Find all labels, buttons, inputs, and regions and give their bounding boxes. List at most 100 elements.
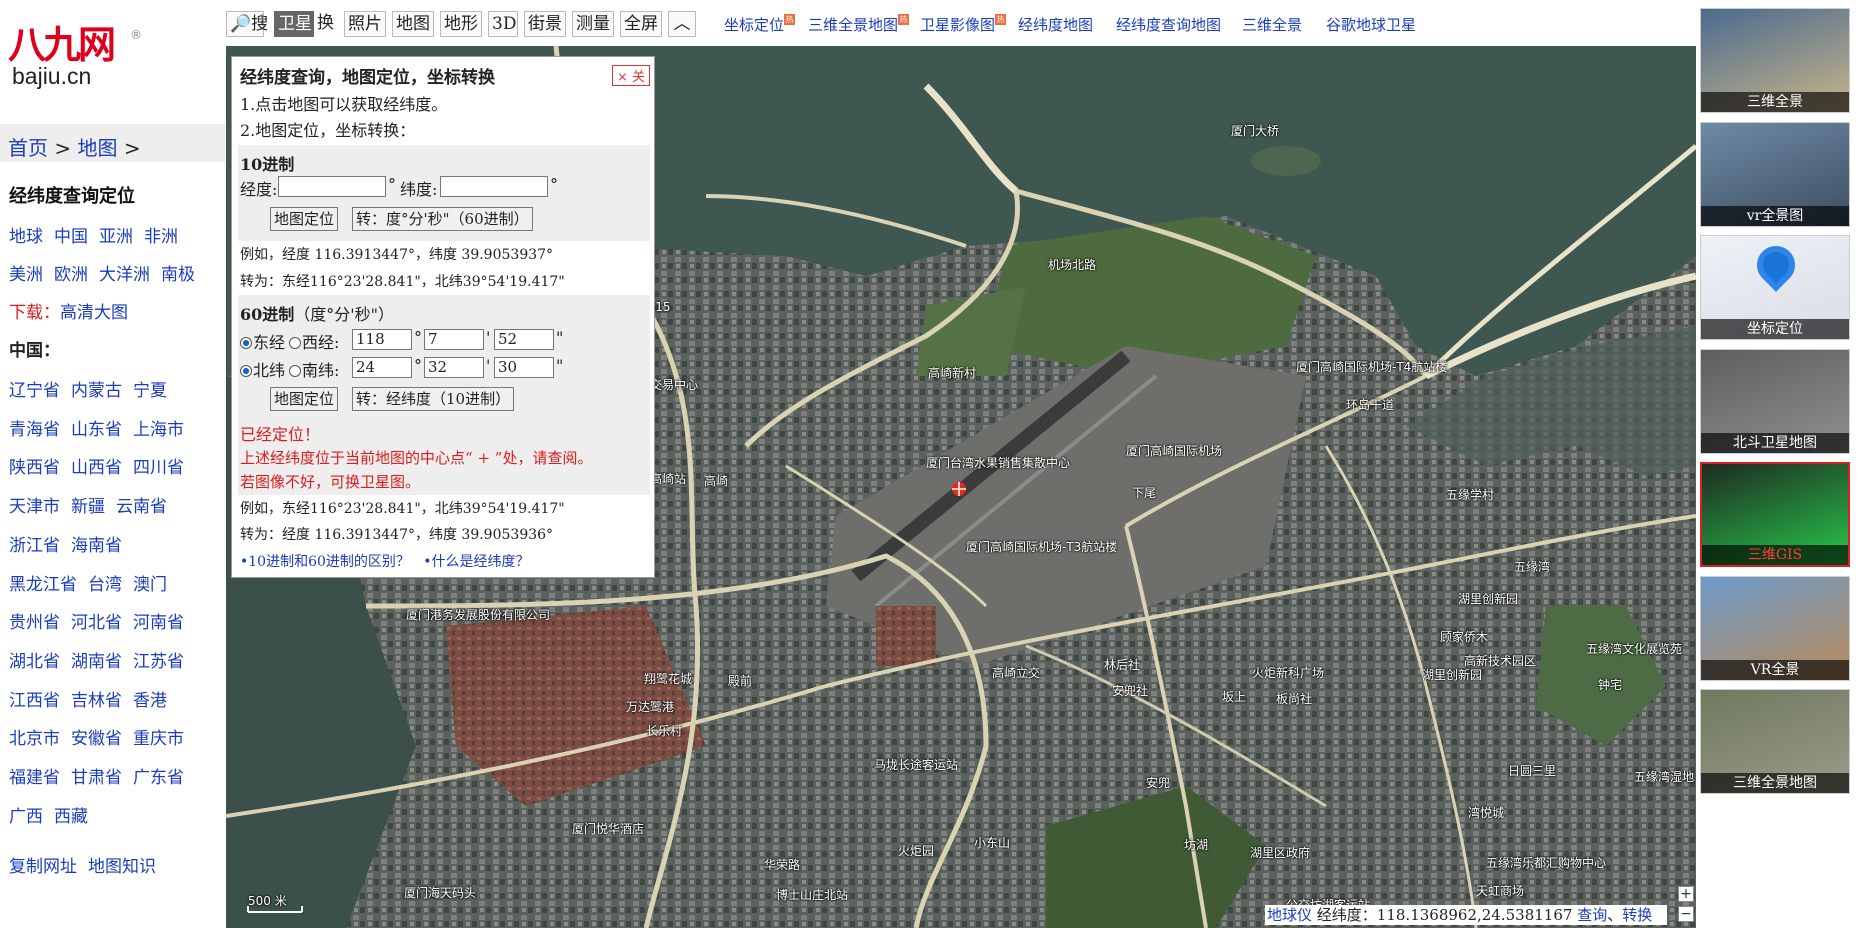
zoom-out-button[interactable]: − [1678,906,1694,922]
province-link[interactable]: 内蒙古 [71,381,122,401]
province-link[interactable]: 河北省 [71,613,122,633]
top-link[interactable]: 经纬度查询地图 [1116,14,1221,35]
province-link[interactable]: 上海市 [133,420,184,440]
switch-button[interactable]: 换 [314,11,336,37]
top-link[interactable]: 坐标定位热 [724,14,796,35]
south-radio[interactable] [289,365,302,377]
province-link[interactable]: 西藏 [54,807,88,827]
decimal-longitude-input[interactable] [278,176,386,197]
decimal-vs-dms-link[interactable]: •10进制和60进制的区别？ [240,554,410,570]
top-link[interactable]: 三维全景 [1242,14,1302,35]
lng-minute-input[interactable]: 7 [424,329,484,350]
province-link[interactable]: 湖北省 [9,652,60,672]
thumb-link[interactable]: VR全景 [1700,575,1850,681]
province-link[interactable]: 吉林省 [71,691,122,711]
province-link[interactable]: 青海省 [9,420,60,440]
lat-degree-input[interactable]: 24 [352,357,412,378]
province-link[interactable]: 甘肃省 [71,768,122,788]
map-label: 五缘湾文化展览苑 [1586,642,1683,656]
province-link[interactable]: 山东省 [71,420,122,440]
satellite-button[interactable]: 卫星 [274,11,314,37]
east-radio[interactable] [240,337,252,349]
to-decimal-button[interactable]: 转：经纬度（10进制） [352,387,515,411]
thumb-link[interactable]: 三维全景地图 [1700,689,1850,794]
region-link[interactable]: 大洋洲 [99,265,150,285]
top-link[interactable]: 三维全景地图热 [808,14,910,35]
map-label: 湖里创新园 [1458,592,1519,606]
province-link[interactable]: 山西省 [71,458,122,478]
province-link[interactable]: 四川省 [133,458,184,478]
copy-url-link[interactable]: 复制网址 [9,857,77,877]
top-link[interactable]: 卫星影像图热 [920,14,1007,35]
lat-minute-input[interactable]: 32 [424,357,484,378]
thumb-link[interactable]: 坐标定位 [1700,235,1850,340]
province-link[interactable]: 广西 [9,807,43,827]
decimal-latitude-input[interactable] [440,176,548,197]
3d-button[interactable]: 3D [488,11,518,37]
thumb-caption: vr全景图 [1701,205,1849,226]
region-link[interactable]: 地球 [9,227,43,247]
province-link[interactable]: 江苏省 [133,652,184,672]
fullscreen-button[interactable]: 全屏 [620,11,662,37]
west-radio[interactable] [289,337,302,349]
thumb-link[interactable]: vr全景图 [1700,121,1850,227]
breadcrumb-map[interactable]: 地图 [77,136,117,160]
globe-link[interactable]: 地球仪 [1267,906,1312,924]
map-button[interactable]: 地图 [392,11,434,37]
province-link[interactable]: 台湾 [88,575,122,595]
north-radio[interactable] [240,365,252,377]
province-link[interactable]: 重庆市 [133,729,184,749]
top-link[interactable]: 经纬度地图 [1018,14,1093,35]
region-link[interactable]: 欧洲 [54,265,88,285]
panel-close-button[interactable]: × 关 [611,65,650,86]
province-link[interactable]: 辽宁省 [9,381,60,401]
province-link[interactable]: 云南省 [116,497,167,517]
region-link[interactable]: 非洲 [144,227,178,247]
lng-degree-input[interactable]: 118 [352,329,412,350]
province-link[interactable]: 湖南省 [71,652,122,672]
province-link[interactable]: 江西省 [9,691,60,711]
province-link[interactable]: 天津市 [9,497,60,517]
province-link[interactable]: 澳门 [133,575,167,595]
region-link[interactable]: 南极 [161,265,195,285]
query-link[interactable]: 查询 [1577,906,1607,924]
dms-locate-button[interactable]: 地图定位 [270,387,339,411]
site-logo[interactable]: 八九网 bajiu.cn ® [8,26,148,96]
province-link[interactable]: 贵州省 [9,613,60,633]
photo-button[interactable]: 照片 [344,11,386,37]
province-link[interactable]: 海南省 [71,536,122,556]
top-link[interactable]: 谷歌地球卫星 [1326,14,1416,35]
province-link[interactable]: 河南省 [133,613,184,633]
download-hd-link[interactable]: 高清大图 [60,303,128,323]
province-link[interactable]: 宁夏 [133,381,167,401]
collapse-button[interactable]: ︿ [668,11,696,37]
terrain-button[interactable]: 地形 [440,11,482,37]
breadcrumb-home[interactable]: 首页 [8,136,48,160]
province-link[interactable]: 浙江省 [9,536,60,556]
to-dms-button[interactable]: 转：度°分'秒"（60进制） [352,207,533,231]
province-link[interactable]: 新疆 [71,497,105,517]
province-link[interactable]: 香港 [133,691,167,711]
thumb-link[interactable]: 北斗卫星地图 [1700,348,1850,454]
street-view-button[interactable]: 街景 [524,11,566,37]
region-link[interactable]: 亚洲 [99,227,133,247]
measure-button[interactable]: 测量 [572,11,614,37]
region-link[interactable]: 美洲 [9,265,43,285]
thumb-link[interactable]: 三维GIS [1700,462,1850,567]
lng-second-input[interactable]: 52 [494,329,554,350]
convert-link[interactable]: 转换 [1622,906,1652,924]
zoom-in-button[interactable]: + [1678,886,1694,902]
thumb-link[interactable]: 三维全景 [1700,8,1850,113]
province-link[interactable]: 陕西省 [9,458,60,478]
region-link[interactable]: 中国 [54,227,88,247]
what-is-latlng-link[interactable]: •什么是经纬度？ [423,554,529,570]
province-link[interactable]: 广东省 [133,768,184,788]
decimal-locate-button[interactable]: 地图定位 [270,207,339,231]
map-knowledge-link[interactable]: 地图知识 [88,857,156,877]
search-button[interactable]: 🔎搜 [226,11,268,37]
lat-second-input[interactable]: 30 [494,357,554,378]
province-link[interactable]: 福建省 [9,768,60,788]
province-link[interactable]: 安徽省 [71,729,122,749]
province-link[interactable]: 黑龙江省 [9,575,77,595]
province-link[interactable]: 北京市 [9,729,60,749]
